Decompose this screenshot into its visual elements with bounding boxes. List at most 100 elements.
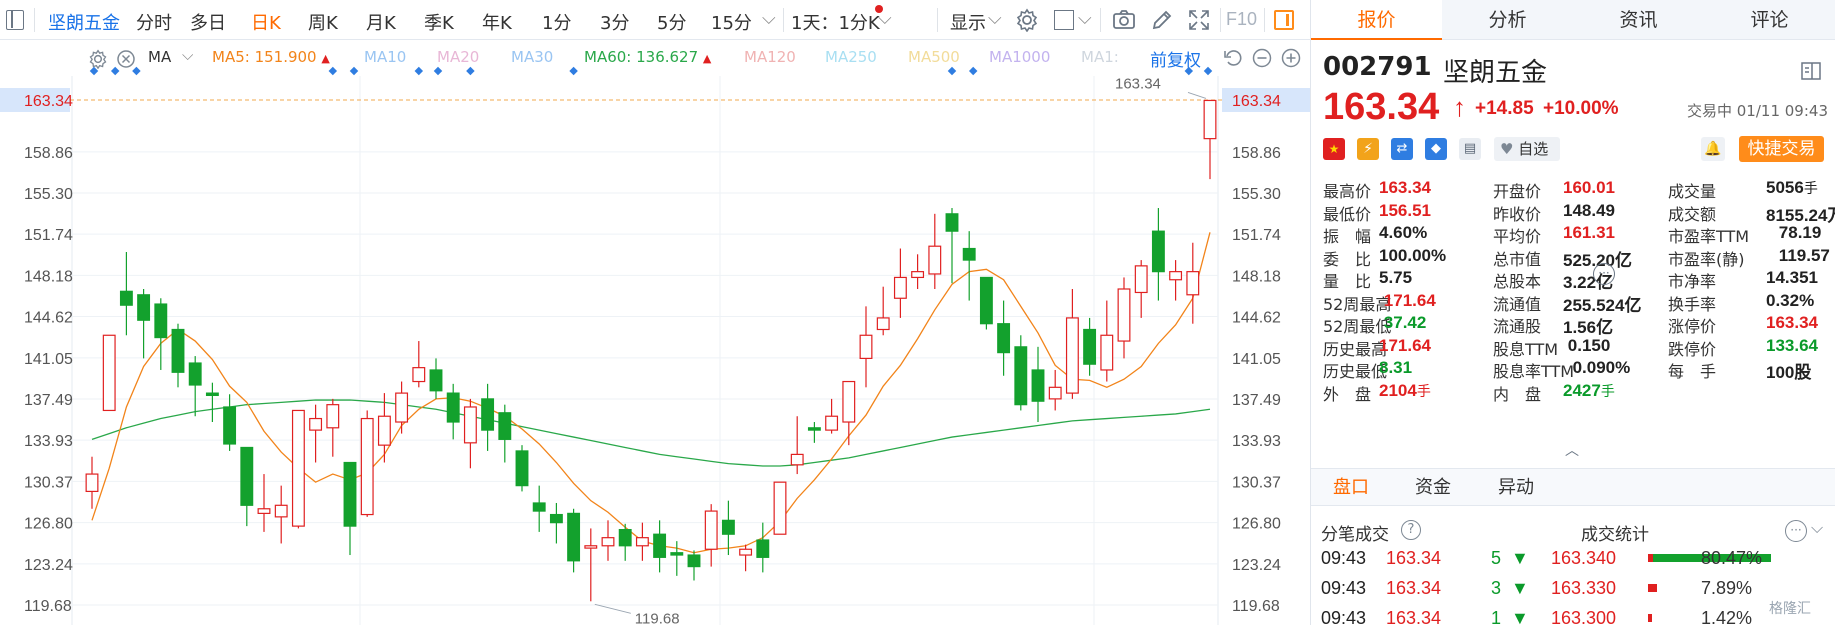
notebook-icon[interactable]: ▤ (1459, 138, 1481, 160)
quote-unit: 手 (1600, 382, 1615, 399)
indicator-close-icon[interactable] (116, 49, 136, 69)
quote-label: 最高价 (1323, 182, 1372, 201)
ma-selector[interactable]: MA (148, 48, 171, 66)
period-tab-yearly[interactable]: 年K (482, 9, 512, 35)
ma120-label[interactable]: MA120 (744, 48, 796, 66)
period-tab-15min[interactable]: 15分 (711, 9, 752, 35)
quick-trade-button[interactable]: 快捷交易 (1739, 136, 1824, 162)
period-dropdown-chevron-icon[interactable]: ⌵ (762, 8, 776, 29)
y-axis-left: 158.86 155.30 151.74 148.18 144.62 141.05 137.… (0, 88, 73, 615)
china-flag-icon[interactable]: ★ (1323, 138, 1345, 160)
y-tick-label-left: 123.24 (24, 557, 73, 574)
y-tick-label-left: 119.68 (24, 598, 72, 615)
more-info-icon[interactable]: ··· (1593, 263, 1615, 285)
bell-icon[interactable]: 🔔 (1701, 137, 1725, 161)
kline-chart[interactable]: 158.86 155.30 151.74 148.18 144.62 141.05 137.… (0, 40, 1310, 625)
ma-chevron-icon[interactable]: ⌵ (182, 46, 193, 64)
panel-chevron-down-icon[interactable]: ⌵ (1811, 518, 1823, 538)
lightning-icon[interactable]: ⚡ (1357, 138, 1379, 160)
period-tab-5min[interactable]: 5分 (657, 9, 686, 35)
adjust-price-button[interactable]: 前复权 (1150, 46, 1201, 71)
ma250-label[interactable]: MA250 (825, 48, 877, 66)
candle-up (360, 417, 374, 516)
candle-up (1203, 99, 1217, 140)
display-menu[interactable]: 显示 (950, 9, 986, 35)
quote-value: 2427手 (1563, 380, 1615, 400)
period-tab-fenshi[interactable]: 分时 (136, 9, 172, 35)
ma500-label[interactable]: MA500 (908, 48, 960, 66)
period-tab-3min[interactable]: 3分 (600, 9, 629, 35)
fullscreen-icon[interactable] (1187, 8, 1211, 32)
tab-news[interactable]: 资讯 (1573, 0, 1704, 40)
shuffle-icon[interactable]: ⇄ (1391, 138, 1413, 160)
period-tab-multiday[interactable]: 多日 (190, 9, 226, 35)
indicator-settings-icon[interactable] (88, 49, 108, 69)
tab-order-book[interactable]: 盘口 (1333, 469, 1369, 507)
candle-up (825, 415, 839, 431)
period-tab-monthly[interactable]: 月K (366, 9, 396, 35)
quote-value: 163.34 (1379, 178, 1431, 197)
period-tab-weekly[interactable]: 周K (308, 9, 338, 35)
ma60-label: MA60: 136.627 ▲ (584, 48, 712, 66)
quote-value: 5.75 (1379, 268, 1413, 287)
zoom-out-icon[interactable] (1251, 47, 1273, 69)
ma1000-label[interactable]: MA1000 (989, 48, 1050, 66)
trade-price: 163.34 (1386, 578, 1442, 598)
quote-value: 0.32% (1766, 290, 1815, 310)
trade-volume: 1 (1491, 608, 1502, 628)
quote-value: 100.00% (1379, 245, 1447, 265)
f10-button[interactable]: F10 (1226, 9, 1257, 30)
settings-icon[interactable] (1015, 8, 1039, 32)
tab-analysis[interactable]: 分析 (1442, 0, 1573, 40)
multi-period-chevron-icon[interactable]: ⌵ (878, 8, 892, 29)
stock-name-tab[interactable]: 坚朗五金 (48, 9, 120, 35)
quote-label: 平均价 (1493, 227, 1542, 246)
period-tab-1min[interactable]: 1分 (542, 9, 571, 35)
zoom-in-icon[interactable] (1280, 47, 1302, 69)
tab-comments[interactable]: 评论 (1704, 0, 1835, 40)
panel-toggle-icon[interactable] (1274, 10, 1294, 30)
quote-row: 外 盘 2104手 内 盘 2427手 (1323, 381, 1833, 404)
quote-label: 成交量 (1668, 182, 1717, 201)
last-price: 163.34 (1323, 86, 1440, 128)
tag-icon[interactable]: ◆ (1425, 138, 1447, 160)
ma30-label[interactable]: MA30 (511, 48, 553, 66)
tab-quote[interactable]: 报价 (1311, 0, 1442, 40)
stat-price: 163.340 (1551, 548, 1617, 568)
stat-price: 163.300 (1551, 608, 1617, 628)
current-price-label-right: 163.34 (1232, 93, 1281, 110)
min-price-label: 119.68 (635, 610, 680, 625)
pen-icon[interactable] (1150, 8, 1174, 32)
quote-value: 156.51 (1379, 200, 1431, 220)
sidebar-toggle-icon[interactable] (6, 10, 24, 30)
display-chevron-icon[interactable]: ⌵ (988, 8, 1002, 29)
period-tab-quarterly[interactable]: 季K (424, 9, 454, 35)
tab-capital-flow[interactable]: 资金 (1415, 469, 1451, 507)
watchlist-button[interactable]: ♥ 自选 (1494, 137, 1560, 161)
multi-period-selector[interactable]: 1天：1分K (791, 9, 880, 35)
camera-icon[interactable] (1112, 8, 1136, 32)
quote-label: 每 手 (1668, 362, 1717, 381)
quote-value: 171.64 (1379, 335, 1431, 355)
quote-row: 振 幅 4.60% 平均价 161.31 市盈率TTM 78.19 (1323, 223, 1833, 246)
more-options-icon[interactable]: ··· (1785, 520, 1807, 542)
trade-time: 09:43 (1321, 548, 1367, 568)
quote-value: 0.090% (1572, 358, 1631, 377)
quote-unit: 手 (1803, 180, 1818, 196)
period-tab-daily[interactable]: 日K (251, 9, 281, 35)
up-arrow-icon: ▲ (702, 52, 712, 65)
y-tick-label-right: 144.62 (1232, 310, 1281, 327)
collapse-panel-icon[interactable] (1801, 62, 1821, 80)
tab-unusual[interactable]: 异动 (1498, 469, 1534, 507)
candle-up (309, 417, 323, 431)
reset-icon[interactable] (1222, 47, 1244, 69)
ma20-label[interactable]: MA20 (437, 48, 479, 66)
ma10-label[interactable]: MA10 (364, 48, 406, 66)
help-icon[interactable]: ? (1401, 520, 1421, 540)
square-icon[interactable] (1054, 10, 1074, 30)
expand-chevron-icon[interactable]: ︿ (1565, 440, 1579, 460)
square-chevron-icon[interactable]: ⌵ (1078, 8, 1092, 29)
y-tick-label-left: 158.86 (24, 145, 73, 162)
ma1-label[interactable]: MA1: (1081, 48, 1119, 66)
trade-time: 09:43 (1321, 578, 1367, 598)
